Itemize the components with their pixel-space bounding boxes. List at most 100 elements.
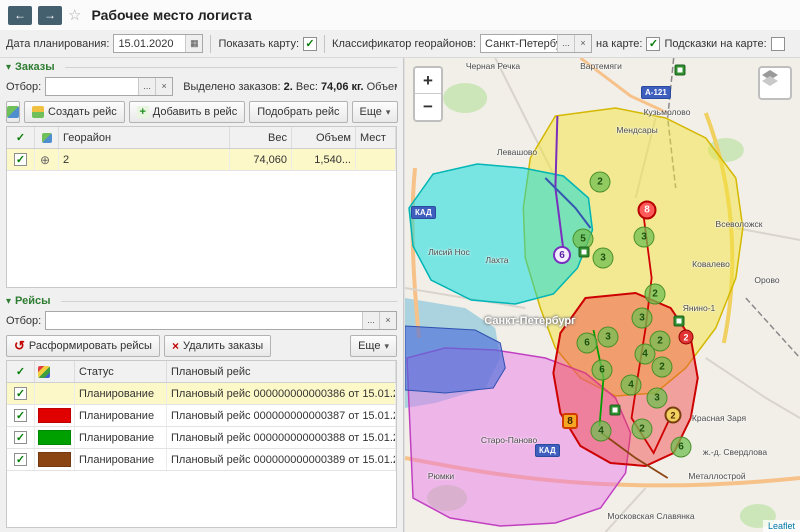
map-marker[interactable]: 2 bbox=[645, 284, 666, 305]
calendar-icon[interactable]: ▦ bbox=[185, 35, 202, 52]
trip-color-swatch bbox=[38, 408, 71, 423]
delete-orders-button[interactable]: × Удалить заказы bbox=[164, 335, 271, 357]
map-marker[interactable]: 3 bbox=[647, 388, 668, 409]
map-marker[interactable]: 6 bbox=[671, 437, 692, 458]
layers-control[interactable] bbox=[758, 66, 792, 100]
checkmark-icon: ✓ bbox=[16, 131, 25, 144]
orders-table-row[interactable]: ✓ ⊕ 2 74,060 1,540... bbox=[7, 149, 396, 171]
map-marker[interactable]: 8 bbox=[638, 201, 657, 220]
collapse-chevron-icon[interactable]: ▾ bbox=[6, 296, 11, 307]
orders-section-header[interactable]: ▾ Заказы bbox=[0, 58, 403, 75]
zoom-out-button[interactable]: − bbox=[415, 94, 441, 120]
trip-status-cell: Планирование bbox=[75, 427, 167, 448]
add-to-trip-button[interactable]: + Добавить в рейс bbox=[129, 101, 245, 123]
map-marker[interactable]: 3 bbox=[634, 227, 655, 248]
leaflet-link[interactable]: Leaflet bbox=[768, 521, 795, 531]
favorite-star-icon[interactable]: ☆ bbox=[68, 6, 81, 24]
row-checkbox[interactable]: ✓ bbox=[14, 409, 27, 422]
orders-more-button[interactable]: Еще ▾ bbox=[352, 101, 399, 123]
orders-table-header[interactable]: ✓ Георайон Вес Объем Мест bbox=[7, 127, 396, 149]
map-marker[interactable]: 8 bbox=[562, 413, 578, 429]
planning-date-value[interactable]: 15.01.2020 bbox=[114, 38, 185, 50]
trips-table-row[interactable]: ✓ Планирование Плановый рейс 00000000000… bbox=[7, 383, 396, 405]
classifier-value[interactable]: Санкт-Петербург bbox=[481, 38, 557, 50]
separator bbox=[210, 35, 211, 53]
map-marker[interactable]: 2 bbox=[652, 357, 673, 378]
map-marker[interactable]: 6 bbox=[592, 360, 613, 381]
map-marker[interactable]: 2 bbox=[590, 172, 611, 193]
trips-table-empty-area[interactable] bbox=[7, 471, 396, 527]
orders-table-empty-area[interactable] bbox=[7, 171, 396, 287]
trips-table-header[interactable]: ✓ Статус Плановый рейс bbox=[7, 361, 396, 383]
row-checkbox[interactable]: ✓ bbox=[14, 153, 27, 166]
place-label: Кузьмолово bbox=[644, 107, 691, 117]
summary-selected-label: Выделено заказов: bbox=[183, 81, 280, 93]
map-marker[interactable]: 6 bbox=[553, 246, 571, 264]
show-map-checkbox[interactable]: ✓ bbox=[303, 37, 317, 51]
disband-trips-button[interactable]: ↺ Расформировать рейсы bbox=[6, 335, 160, 357]
hints-label: Подсказки на карте: bbox=[664, 38, 766, 50]
trips-section-header[interactable]: ▾ Рейсы bbox=[0, 292, 403, 309]
place-label: Черная Речка bbox=[466, 61, 520, 71]
choose-icon[interactable]: ... bbox=[138, 78, 155, 95]
map-marker[interactable]: 2 bbox=[665, 407, 682, 424]
map-marker[interactable]: 3 bbox=[632, 308, 653, 329]
row-checkbox[interactable]: ✓ bbox=[14, 387, 27, 400]
pick-trip-button[interactable]: Подобрать рейс bbox=[249, 101, 347, 123]
orders-section-title[interactable]: Заказы bbox=[15, 61, 55, 73]
map-marker[interactable]: 3 bbox=[598, 327, 619, 348]
status-column-header[interactable]: Статус bbox=[75, 361, 167, 382]
choose-icon[interactable]: ... bbox=[362, 312, 379, 329]
map-marker[interactable] bbox=[674, 316, 685, 327]
map-marker[interactable]: 2 bbox=[632, 419, 653, 440]
on-map-checkbox[interactable]: ✓ bbox=[646, 37, 660, 51]
weight-column-header[interactable]: Вес bbox=[230, 127, 292, 148]
clear-icon[interactable]: × bbox=[155, 78, 172, 95]
place-label: Всеволожск bbox=[716, 219, 763, 229]
map-marker[interactable]: 4 bbox=[591, 421, 612, 442]
clear-icon[interactable]: × bbox=[379, 312, 396, 329]
orders-filter-input[interactable]: ... × bbox=[45, 77, 173, 96]
map[interactable]: 2835632336224624384226Черная РечкаВартем… bbox=[404, 58, 800, 532]
places-column-header[interactable]: Мест bbox=[356, 127, 396, 148]
show-orders-on-map-button[interactable] bbox=[6, 101, 20, 123]
trips-table-row[interactable]: ✓ Планирование Плановый рейс 00000000000… bbox=[7, 449, 396, 471]
volume-column-header[interactable]: Объем bbox=[292, 127, 356, 148]
forward-button[interactable]: → bbox=[38, 6, 62, 25]
row-checkbox[interactable]: ✓ bbox=[14, 431, 27, 444]
trips-table-row[interactable]: ✓ Планирование Плановый рейс 00000000000… bbox=[7, 405, 396, 427]
collapse-chevron-icon[interactable]: ▾ bbox=[6, 62, 11, 73]
trips-filter-input[interactable]: ... × bbox=[45, 311, 397, 330]
chevron-down-icon: ▾ bbox=[384, 341, 389, 352]
expander-icon[interactable]: ⊕ bbox=[40, 153, 50, 167]
trips-toolbar: ↺ Расформировать рейсы × Удалить заказы … bbox=[0, 332, 403, 360]
choose-icon[interactable]: ... bbox=[557, 35, 574, 52]
planning-date-field[interactable]: 15.01.2020 ▦ bbox=[113, 34, 203, 53]
map-marker[interactable] bbox=[579, 247, 590, 258]
create-trip-button[interactable]: Создать рейс bbox=[24, 101, 125, 123]
more-label: Еще bbox=[360, 106, 382, 118]
classifier-field[interactable]: Санкт-Петербург ... × bbox=[480, 34, 592, 53]
back-button[interactable]: ← bbox=[8, 6, 32, 25]
hints-checkbox[interactable] bbox=[771, 37, 785, 51]
marker-column-icon bbox=[42, 133, 52, 143]
zoom-in-button[interactable]: + bbox=[415, 68, 441, 94]
row-checkbox[interactable]: ✓ bbox=[14, 453, 27, 466]
orders-filter-row: Отбор: ... × Выделено заказов: 2. Вес: 7… bbox=[0, 75, 403, 98]
trip-column-header[interactable]: Плановый рейс bbox=[167, 361, 396, 382]
map-marker[interactable]: 2 bbox=[679, 330, 694, 345]
clear-icon[interactable]: × bbox=[574, 35, 591, 52]
place-label: Старо-Паново bbox=[481, 435, 537, 445]
map-marker[interactable]: 4 bbox=[621, 375, 642, 396]
trips-more-button[interactable]: Еще ▾ bbox=[350, 335, 397, 357]
map-marker[interactable]: 3 bbox=[593, 248, 614, 269]
map-icon bbox=[7, 106, 19, 118]
map-marker[interactable]: 6 bbox=[577, 333, 598, 354]
page-title: Рабочее место логиста bbox=[91, 7, 251, 23]
trips-table-row[interactable]: ✓ Планирование Плановый рейс 00000000000… bbox=[7, 427, 396, 449]
road-badge: КАД bbox=[535, 444, 560, 457]
georegion-column-header[interactable]: Георайон bbox=[59, 127, 230, 148]
map-marker[interactable] bbox=[675, 65, 686, 76]
trips-section-title[interactable]: Рейсы bbox=[15, 295, 50, 307]
map-marker[interactable] bbox=[610, 405, 621, 416]
